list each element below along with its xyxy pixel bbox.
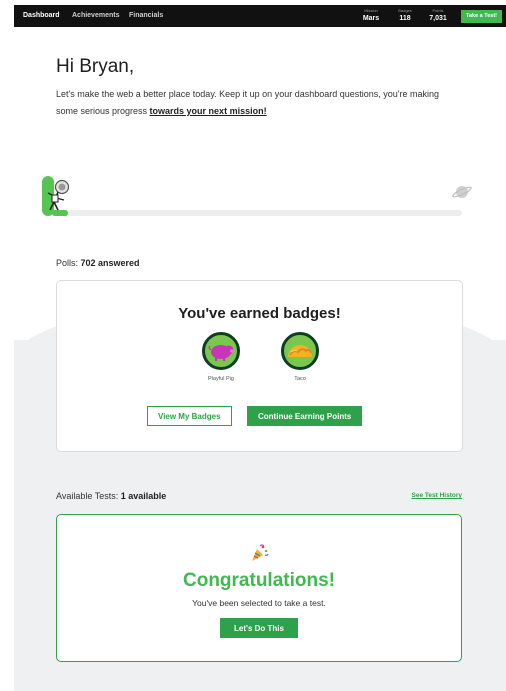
badge-taco[interactable]: Taco (270, 332, 330, 382)
badge-label-pig: Playful Pig (208, 376, 234, 382)
badges-card: You've earned badges! Playful Pig Taco V… (56, 280, 463, 452)
congrats-subtitle: You've been selected to take a test. (192, 598, 326, 608)
polls-label: Polls: (56, 258, 81, 268)
badges-title: You've earned badges! (178, 305, 341, 322)
next-mission-link[interactable]: towards your next mission! (150, 106, 267, 116)
party-popper-icon (252, 544, 269, 561)
polls-value: 702 answered (80, 258, 140, 268)
mission-stat: Mission Mars (359, 8, 383, 23)
mission-value: Mars (362, 15, 380, 22)
pig-icon (208, 345, 234, 361)
greeting-heading: Hi Bryan, (56, 56, 135, 77)
lets-do-this-button[interactable]: Let's Do This (220, 618, 298, 638)
points-value: 7,031 (429, 15, 447, 22)
continue-earning-points-button[interactable]: Continue Earning Points (247, 406, 363, 426)
available-tests-label: Available Tests: 1 available (56, 491, 166, 501)
nav-dashboard[interactable]: Dashboard (23, 12, 60, 19)
view-my-badges-button[interactable]: View My Badges (147, 406, 232, 426)
taco-icon (288, 345, 312, 357)
congrats-title: Congratulations! (183, 570, 335, 591)
mission-progress-track (52, 210, 462, 216)
see-test-history-link[interactable]: See Test History (412, 492, 462, 499)
tests-count: 1 available (120, 491, 167, 501)
intro-text: Let's make the web a better place today.… (56, 86, 456, 120)
badge-circle (202, 332, 240, 370)
badge-circle (281, 332, 319, 370)
nav-financials[interactable]: Financials (129, 12, 163, 19)
take-a-test-button[interactable]: Take a Test! (461, 10, 502, 23)
badges-stat: Badges 118 (394, 8, 416, 23)
nav-achievements[interactable]: Achievements (72, 12, 119, 19)
top-nav-bar: Dashboard Achievements Financials Missio… (14, 5, 506, 27)
astronaut-icon (47, 179, 70, 211)
planet-icon (452, 186, 472, 198)
congrats-card: Congratulations! You've been selected to… (56, 514, 462, 662)
badges-stat-value: 118 (399, 15, 411, 22)
polls-count: Polls: 702 answered (56, 258, 140, 268)
badge-playful-pig[interactable]: Playful Pig (191, 332, 251, 382)
tests-label-text: Available Tests: (56, 491, 121, 501)
badge-label-taco: Taco (294, 376, 306, 382)
points-stat: Points 7,031 (425, 8, 451, 23)
